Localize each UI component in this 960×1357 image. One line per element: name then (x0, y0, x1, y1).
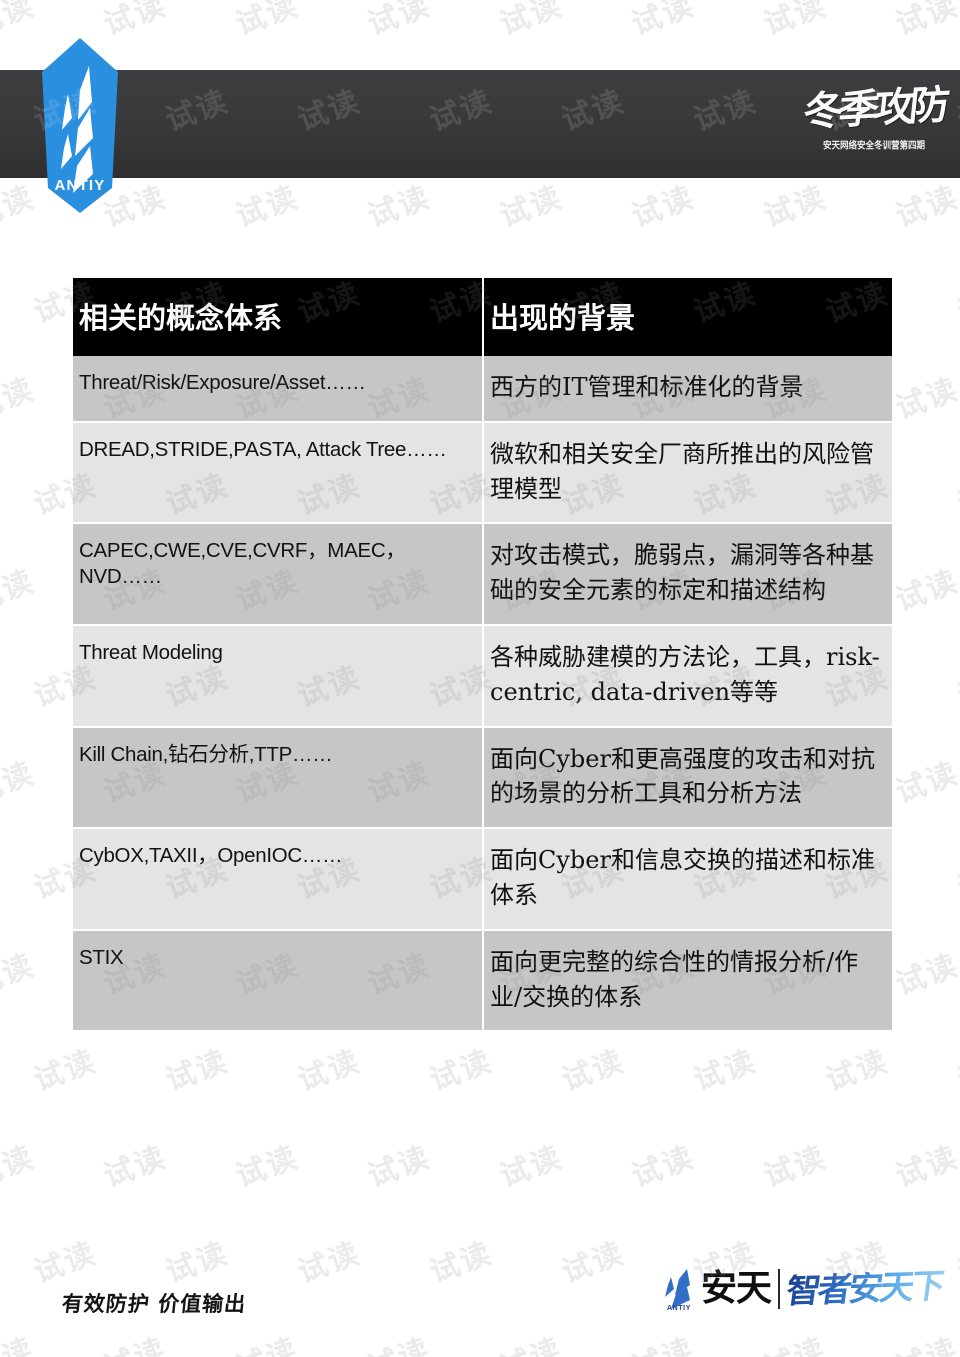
watermark-text: 试读 (96, 1324, 171, 1357)
cell-concept: Threat Modeling (73, 624, 484, 728)
footer-company-tagline: 智者安天下 (783, 1266, 946, 1312)
watermark-text: 试读 (891, 371, 960, 427)
watermark-text: 试读 (953, 1235, 960, 1291)
watermark-text: 试读 (0, 755, 40, 811)
watermark-text: 试读 (495, 179, 568, 235)
table-row: Threat/Risk/Exposure/Asset…… 西方的IT管理和标准化… (73, 356, 892, 423)
watermark-text: 试读 (29, 1235, 102, 1291)
table-row: Kill Chain,钻石分析,TTP…… 面向Cyber和更高强度的攻击和对抗… (73, 726, 892, 830)
watermark-text: 试读 (0, 1139, 40, 1195)
footer-company-name: 安天 (700, 1268, 772, 1309)
table-body: Threat/Risk/Exposure/Asset…… 西方的IT管理和标准化… (73, 356, 892, 1033)
watermark-text: 试读 (891, 1139, 960, 1195)
watermark-text: 试读 (891, 563, 960, 619)
watermark-text: 试读 (293, 1235, 366, 1291)
header-calligraphy: 冬季攻防 安天网络安全冬训营第四期 (801, 62, 947, 178)
watermark-text: 试读 (293, 1043, 366, 1099)
table-row: DREAD,STRIDE,PASTA, Attack Tree…… 微软和相关安… (73, 421, 892, 525)
watermark-text: 试读 (99, 1139, 172, 1195)
cell-background: 面向Cyber和更高强度的攻击和对抗的场景的分析工具和分析方法 (483, 726, 892, 830)
watermark-text: 试读 (689, 1043, 762, 1099)
cell-concept: Kill Chain,钻石分析,TTP…… (73, 726, 484, 830)
watermark-text: 试读 (756, 1324, 831, 1357)
table-row: CybOX,TAXII，OpenIOC…… 面向Cyber和信息交换的描述和标准… (73, 828, 892, 931)
watermark-text: 试读 (425, 1043, 498, 1099)
watermark-text: 试读 (29, 1043, 102, 1099)
table-row: STIX 面向更完整的综合性的情报分析/作业/交换的体系 (73, 929, 892, 1033)
table-row: CAPEC,CWE,CVE,CVRF，MAEC，NVD…… 对攻击模式，脆弱点，… (73, 523, 892, 626)
watermark-text: 试读 (0, 563, 40, 619)
table-header-row: 相关的概念体系 出现的背景 (73, 278, 892, 356)
cell-concept: CybOX,TAXII，OpenIOC…… (73, 828, 484, 931)
watermark-text: 试读 (0, 0, 40, 43)
watermark-text: 试读 (953, 1043, 960, 1099)
watermark-text: 试读 (953, 851, 960, 907)
watermark-text: 试读 (891, 179, 960, 235)
cell-concept: CAPEC,CWE,CVE,CVRF，MAEC，NVD…… (73, 523, 484, 626)
watermark-text: 试读 (360, 1324, 435, 1357)
cell-background: 西方的IT管理和标准化的背景 (483, 356, 892, 423)
concept-table: 相关的概念体系 出现的背景 Threat/Risk/Exposure/Asset… (73, 278, 892, 1033)
footer-logo-divider (778, 1269, 780, 1309)
watermark-text: 试读 (231, 0, 304, 43)
watermark-text: 试读 (953, 275, 960, 331)
watermark-text: 试读 (627, 1139, 700, 1195)
watermark-text: 试读 (891, 947, 960, 1003)
watermark-text: 试读 (0, 947, 40, 1003)
antiy-logo: ANTIY (42, 38, 118, 213)
footer-slogan: 有效防护 价值输出 (60, 1291, 248, 1316)
watermark-text: 试读 (557, 1043, 630, 1099)
watermark-text: 试读 (495, 1139, 568, 1195)
table-row: Threat Modeling 各种威胁建模的方法论，工具，risk-centr… (73, 624, 892, 728)
cell-background: 面向Cyber和信息交换的描述和标准体系 (483, 828, 892, 931)
watermark-text: 试读 (627, 179, 700, 235)
antiy-wing-icon: ANTIY (661, 1267, 697, 1311)
watermark-text: 试读 (0, 179, 40, 235)
watermark-text: 试读 (624, 1324, 699, 1357)
cell-concept: Threat/Risk/Exposure/Asset…… (73, 356, 484, 423)
watermark-text: 试读 (363, 1139, 436, 1195)
watermark-text: 试读 (821, 1043, 894, 1099)
calligraphy-title: 冬季攻防 (801, 81, 948, 136)
column-header-concept: 相关的概念体系 (73, 278, 484, 356)
watermark-text: 试读 (161, 1043, 234, 1099)
cell-concept: STIX (73, 929, 484, 1033)
watermark-text: 试读 (492, 1324, 567, 1357)
svg-text:ANTIY: ANTIY (667, 1305, 691, 1311)
cell-concept: DREAD,STRIDE,PASTA, Attack Tree…… (73, 421, 484, 525)
cell-background: 各种威胁建模的方法论，工具，risk-centric, data-driven等… (483, 624, 892, 728)
footer-antiy-logo: ANTIY 安天 智者安天下 (661, 1258, 946, 1320)
watermark-text: 试读 (0, 1324, 40, 1357)
watermark-text: 试读 (759, 0, 832, 43)
watermark-text: 试读 (888, 1324, 960, 1357)
watermark-text: 试读 (891, 0, 960, 43)
watermark-text: 试读 (231, 179, 304, 235)
cell-background: 面向更完整的综合性的情报分析/作业/交换的体系 (483, 929, 892, 1033)
watermark-text: 试读 (495, 0, 568, 43)
watermark-text: 试读 (759, 1139, 832, 1195)
calligraphy-subtitle: 安天网络安全冬训营第四期 (822, 140, 925, 152)
watermark-text: 试读 (953, 659, 960, 715)
watermark-text: 试读 (363, 179, 436, 235)
slide-page: ANTIY 冬季攻防 安天网络安全冬训营第四期 相关的概念体系 出现的背景 Th… (0, 0, 960, 1357)
watermark-text: 试读 (425, 1235, 498, 1291)
watermark-text: 试读 (759, 179, 832, 235)
watermark-text: 试读 (953, 467, 960, 523)
cell-background: 微软和相关安全厂商所推出的风险管理模型 (483, 421, 892, 525)
watermark-text: 试读 (161, 1235, 234, 1291)
watermark-text: 试读 (0, 371, 40, 427)
cell-background: 对攻击模式，脆弱点，漏洞等各种基础的安全元素的标定和描述结构 (483, 523, 892, 626)
column-header-background: 出现的背景 (483, 278, 892, 356)
watermark-text: 试读 (627, 0, 700, 43)
antiy-logo-wordmark: ANTIY (55, 177, 106, 194)
watermark-text: 试读 (231, 1139, 304, 1195)
watermark-text: 试读 (228, 1324, 303, 1357)
watermark-text: 试读 (363, 0, 436, 43)
watermark-text: 试读 (557, 1235, 630, 1291)
watermark-text: 试读 (891, 755, 960, 811)
